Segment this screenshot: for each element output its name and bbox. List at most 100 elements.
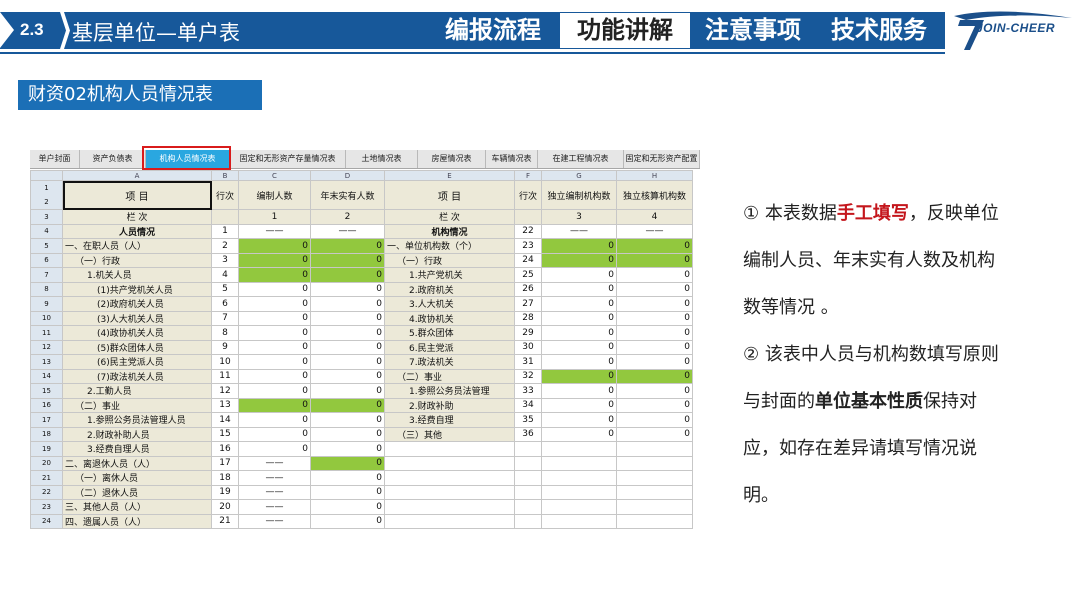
row-no2-cell[interactable]: 36 [514,426,542,442]
staff-quota-cell[interactable]: 0 [238,397,311,413]
item-cell[interactable]: (2)政府机关人员 [62,296,212,312]
row-no2-cell[interactable]: 28 [514,310,542,326]
row-no-cell[interactable]: 16 [211,441,239,457]
header-row-no[interactable]: 行次 [211,180,239,210]
item2-cell[interactable]: 3.人大机关 [384,296,515,312]
item2-cell[interactable]: 5.群众团体 [384,325,515,341]
col-letter[interactable]: E [384,170,515,181]
quota-orgs-cell[interactable]: 0 [541,354,617,370]
nav-notes[interactable]: 注意事项 [693,13,813,48]
actual-staff-cell[interactable]: 0 [310,441,385,457]
row-no2-cell[interactable]: 33 [514,383,542,399]
row-no-cell[interactable]: 21 [211,513,239,529]
item-cell[interactable]: 1.机关人员 [62,267,212,283]
row-no-cell[interactable]: 17 [211,455,239,471]
item2-cell[interactable]: （一）行政 [384,252,515,268]
staff-quota-cell[interactable]: 0 [238,267,311,283]
quota-orgs-cell[interactable] [541,470,617,486]
item-cell[interactable]: 3.经费自理人员 [62,441,212,457]
row-no-cell[interactable]: 18 [211,470,239,486]
account-orgs-cell[interactable]: 0 [616,310,693,326]
actual-staff-cell[interactable]: 0 [310,296,385,312]
row-no2-cell[interactable] [514,499,542,515]
item-cell[interactable]: 二、离退休人员（人） [62,455,212,471]
item2-cell[interactable]: 2.财政补助 [384,397,515,413]
dash-cell[interactable]: —— [616,223,693,239]
account-orgs-cell[interactable]: 0 [616,397,693,413]
row-no2-cell[interactable]: 32 [514,368,542,384]
row-no2-cell[interactable]: 31 [514,354,542,370]
row-no-cell[interactable]: 10 [211,354,239,370]
account-orgs-cell[interactable]: 0 [616,354,693,370]
nav-tech-support[interactable]: 技术服务 [818,13,940,48]
quota-orgs-cell[interactable]: 0 [541,339,617,355]
item-cell[interactable]: (6)民主党派人员 [62,354,212,370]
account-orgs-cell[interactable]: 0 [616,325,693,341]
account-orgs-cell[interactable] [616,455,693,471]
row-no-cell[interactable]: 9 [211,339,239,355]
quota-orgs-cell[interactable] [541,513,617,529]
item2-cell[interactable]: 6.民主党派 [384,339,515,355]
col-letter[interactable]: B [211,170,239,181]
item-cell[interactable]: (7)政法机关人员 [62,368,212,384]
account-orgs-cell[interactable]: 0 [616,238,693,254]
staff-quota-cell[interactable]: 0 [238,339,311,355]
staff-quota-cell[interactable]: —— [238,455,311,471]
item2-cell[interactable] [384,513,515,529]
col-letter[interactable]: A [62,170,212,181]
account-orgs-cell[interactable]: 0 [616,267,693,283]
staff-quota-cell[interactable]: 0 [238,426,311,442]
row-no2-cell[interactable]: 25 [514,267,542,283]
tab-construction[interactable]: 在建工程情况表 [538,150,624,168]
item-cell[interactable]: 1.参照公务员法管理人员 [62,412,212,428]
item-cell[interactable]: (4)政协机关人员 [62,325,212,341]
item-cell[interactable]: 三、其他人员（人） [62,499,212,515]
row-no2-cell[interactable]: 26 [514,281,542,297]
account-orgs-cell[interactable]: 0 [616,368,693,384]
quota-orgs-cell[interactable]: 0 [541,412,617,428]
row-no-cell[interactable]: 20 [211,499,239,515]
header-actual-staff[interactable]: 年末实有人数 [310,180,385,210]
quota-orgs-cell[interactable]: 0 [541,281,617,297]
staff-quota-cell[interactable]: 0 [238,325,311,341]
row-no2-cell[interactable]: 35 [514,412,542,428]
item-cell[interactable]: （一）行政 [62,252,212,268]
item2-cell[interactable]: 1.共产党机关 [384,267,515,283]
row-no-cell[interactable]: 6 [211,296,239,312]
col-letter[interactable]: F [514,170,542,181]
tab-vehicles[interactable]: 车辆情况表 [486,150,538,168]
quota-orgs-cell[interactable]: 0 [541,310,617,326]
staff-quota-cell[interactable]: 0 [238,296,311,312]
tab-balance-sheet[interactable]: 资产负债表 [80,150,146,168]
dash-cell[interactable]: —— [238,223,311,239]
row-no-cell[interactable]: 1 [211,223,239,239]
row-no2-cell[interactable]: 34 [514,397,542,413]
row-no2-cell[interactable] [514,455,542,471]
account-orgs-cell[interactable]: 0 [616,426,693,442]
item2-cell[interactable]: （二）事业 [384,368,515,384]
col-label-cell[interactable]: 栏 次 [384,209,515,225]
actual-staff-cell[interactable]: 0 [310,484,385,500]
item2-cell[interactable]: （三）其他 [384,426,515,442]
row-no-cell[interactable]: 2 [211,238,239,254]
quota-orgs-cell[interactable] [541,455,617,471]
staff-quota-cell[interactable]: —— [238,470,311,486]
account-orgs-cell[interactable]: 0 [616,281,693,297]
row-no-cell[interactable]: 5 [211,281,239,297]
staff-quota-cell[interactable]: 0 [238,281,311,297]
staff-quota-cell[interactable]: 0 [238,383,311,399]
account-orgs-cell[interactable]: 0 [616,296,693,312]
quota-orgs-cell[interactable]: 0 [541,267,617,283]
staff-quota-cell[interactable]: 0 [238,354,311,370]
quota-orgs-cell[interactable]: 0 [541,368,617,384]
tab-housing[interactable]: 房屋情况表 [418,150,486,168]
item2-cell[interactable]: 3.经费自理 [384,412,515,428]
nav-process[interactable]: 编报流程 [433,13,553,48]
col-letter[interactable]: C [238,170,311,181]
actual-staff-cell[interactable]: 0 [310,397,385,413]
item-cell[interactable]: (1)共产党机关人员 [62,281,212,297]
staff-quota-cell[interactable]: 0 [238,252,311,268]
account-orgs-cell[interactable] [616,513,693,529]
staff-quota-cell[interactable]: 0 [238,368,311,384]
col-label-cell[interactable]: 栏 次 [62,209,212,225]
